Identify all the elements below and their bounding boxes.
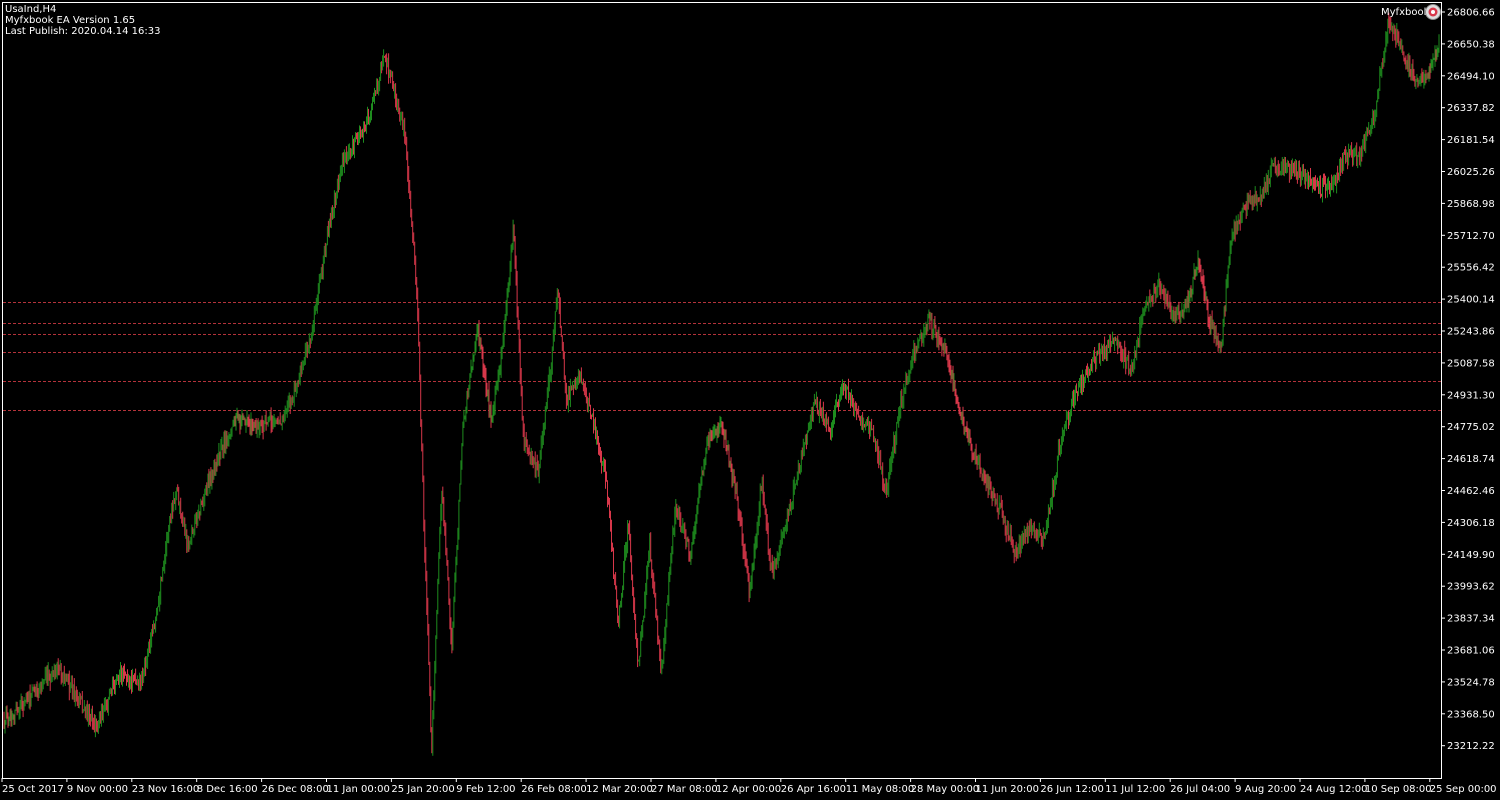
- time-tick-label: 12 Apr 00:00: [716, 784, 781, 795]
- price-tick-label: 23212.22: [1447, 741, 1495, 752]
- symbol-timeframe-label: UsaInd,H4: [5, 4, 57, 15]
- price-tick-label: 24931.30: [1447, 390, 1495, 401]
- price-tick-label: 26806.66: [1447, 8, 1495, 19]
- price-tick-label: 25087.58: [1447, 358, 1495, 369]
- time-tick-label: 26 Feb 08:00: [521, 784, 587, 795]
- time-tick-label: 9 Aug 20:00: [1235, 784, 1296, 795]
- time-tick-label: 25 Sep 00:00: [1430, 784, 1497, 795]
- price-tick-label: 26494.10: [1447, 71, 1495, 82]
- price-tick-label: 25868.98: [1447, 199, 1495, 210]
- time-tick-label: 9 Feb 12:00: [456, 784, 515, 795]
- price-tick-label: 23837.34: [1447, 614, 1495, 625]
- time-tick-label: 26 Jun 12:00: [1040, 784, 1104, 795]
- price-axis: 26806.66 26650.38 26494.10 26337.82 26181.54…: [1441, 8, 1495, 752]
- price-chart[interactable]: 26806.66 26650.38 26494.10 26337.82 26181.54…: [0, 0, 1500, 800]
- horizontal-level-lines: [3, 302, 1441, 411]
- price-tick-label: 26337.82: [1447, 103, 1495, 114]
- time-tick-label: 28 May 00:00: [911, 784, 980, 795]
- price-tick-label: 24618.74: [1447, 454, 1495, 465]
- time-tick-label: 26 Apr 16:00: [781, 784, 846, 795]
- price-tick-label: 25556.42: [1447, 263, 1495, 274]
- time-tick-label: 23 Nov 16:00: [132, 784, 199, 795]
- time-tick-label: 26 Jul 04:00: [1170, 784, 1230, 795]
- price-tick-label: 23368.50: [1447, 709, 1495, 720]
- time-tick-label: 12 Mar 20:00: [586, 784, 653, 795]
- time-tick-label: 11 Jun 20:00: [976, 784, 1040, 795]
- time-axis: 25 Oct 2017 9 Nov 00:00 23 Nov 16:008 Dec …: [1, 778, 1497, 795]
- time-tick-label: 11 Jul 12:00: [1105, 784, 1165, 795]
- time-tick-label: 27 Mar 08:00: [651, 784, 718, 795]
- time-tick-label: 10 Sep 08:00: [1365, 784, 1432, 795]
- price-tick-label: 25400.14: [1447, 295, 1495, 306]
- price-tick-label: 23993.62: [1447, 582, 1495, 593]
- time-tick-label: 25 Jan 20:00: [391, 784, 454, 795]
- price-tick-label: 24149.90: [1447, 550, 1495, 561]
- myfxbook-logo-icon: [1425, 4, 1441, 20]
- time-tick-label: 11 May 08:00: [846, 784, 915, 795]
- time-tick-label: 11 Jan 00:00: [327, 784, 390, 795]
- price-tick-label: 26025.26: [1447, 167, 1495, 178]
- candlestick-series: [3, 12, 1440, 756]
- time-tick-label: 25 Oct 2017: [2, 784, 64, 795]
- time-tick-label: 26 Dec 08:00: [262, 784, 329, 795]
- price-tick-label: 24462.46: [1447, 486, 1495, 497]
- ea-version-label: Myfxbook EA Version 1.65: [5, 15, 136, 26]
- last-publish-label: Last Publish: 2020.04.14 16:33: [5, 26, 161, 37]
- time-tick-label: 8 Dec 16:00: [197, 784, 258, 795]
- price-tick-label: 26181.54: [1447, 135, 1495, 146]
- price-tick-label: 24306.18: [1447, 518, 1495, 529]
- price-tick-label: 23524.78: [1447, 677, 1495, 688]
- price-tick-label: 26650.38: [1447, 39, 1495, 50]
- price-tick-label: 25712.70: [1447, 231, 1495, 242]
- price-tick-label: 23681.06: [1447, 646, 1495, 657]
- chart-plot-frame: [2, 2, 1442, 779]
- price-tick-label: 24775.02: [1447, 422, 1495, 433]
- time-tick-label: 9 Nov 00:00: [67, 784, 128, 795]
- price-tick-label: 25243.86: [1447, 327, 1495, 338]
- myfxbook-brand-label: Myfxbook: [1381, 7, 1430, 18]
- time-tick-label: 24 Aug 12:00: [1300, 784, 1367, 795]
